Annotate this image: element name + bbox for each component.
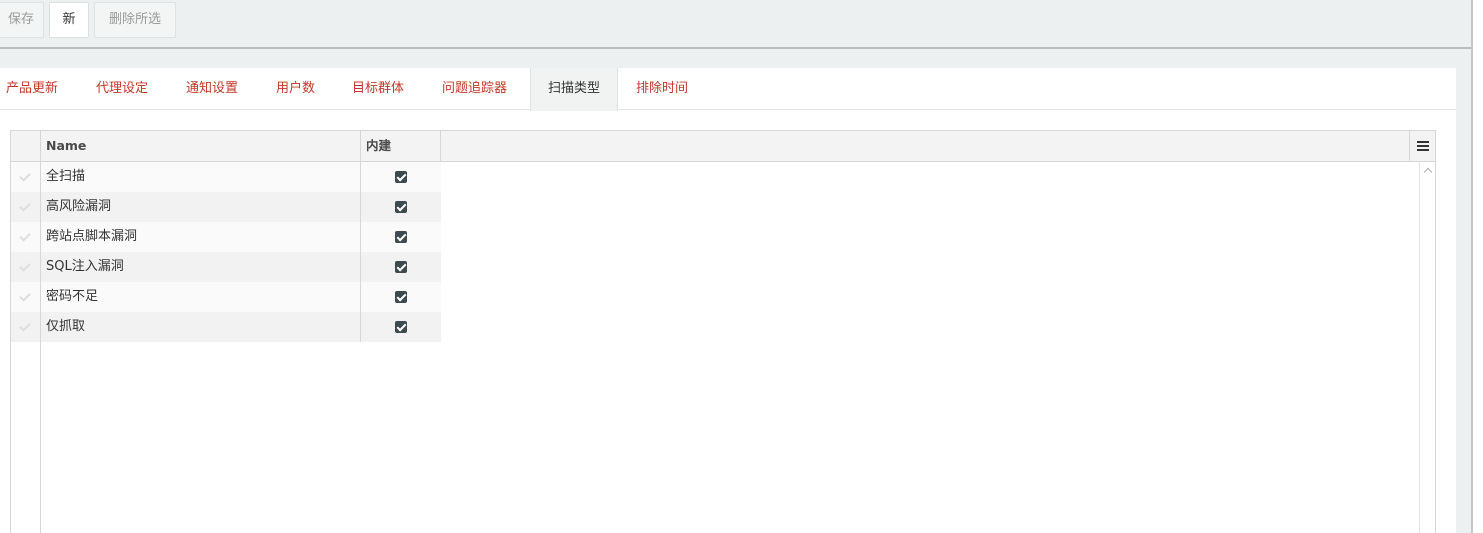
check-icon bbox=[19, 290, 31, 302]
page-right-gutter bbox=[1456, 49, 1471, 533]
builtin-checkbox bbox=[395, 231, 407, 243]
tab-user-count[interactable]: 用户数 bbox=[276, 68, 315, 110]
row-select-cell[interactable] bbox=[11, 162, 41, 192]
builtin-checkbox bbox=[395, 321, 407, 333]
select-column-divider bbox=[40, 342, 41, 533]
table-row[interactable]: 高风险漏洞 bbox=[11, 192, 441, 222]
check-icon bbox=[19, 170, 31, 182]
select-all-header[interactable] bbox=[11, 131, 41, 161]
toolbar: 保存 新 删除所选 bbox=[0, 0, 1471, 49]
row-builtin-cell bbox=[361, 192, 441, 222]
builtin-checkbox bbox=[395, 171, 407, 183]
tab-issue-trackers[interactable]: 问题追踪器 bbox=[442, 68, 507, 110]
table-row[interactable]: 跨站点脚本漏洞 bbox=[11, 222, 441, 252]
row-builtin-cell bbox=[361, 252, 441, 282]
row-builtin-cell bbox=[361, 312, 441, 342]
row-name: 全扫描 bbox=[41, 162, 361, 192]
column-header-builtin[interactable]: 内建 bbox=[361, 131, 441, 161]
tab-scan-types[interactable]: 扫描类型 bbox=[530, 68, 618, 111]
row-select-cell[interactable] bbox=[11, 252, 41, 282]
builtin-checkbox bbox=[395, 291, 407, 303]
delete-selected-button[interactable]: 删除所选 bbox=[94, 2, 176, 38]
tab-target-groups[interactable]: 目标群体 bbox=[352, 68, 404, 110]
toolbar-spacer bbox=[0, 49, 1456, 68]
window-edge bbox=[1473, 0, 1483, 533]
scan-types-grid: Name 内建 全扫描 高风险漏洞 跨站点脚本漏洞 SQL注入漏洞 密码不足 仅… bbox=[10, 130, 1436, 533]
tab-excluded-hours[interactable]: 排除时间 bbox=[636, 68, 688, 110]
row-name: 仅抓取 bbox=[41, 312, 361, 342]
row-select-cell[interactable] bbox=[11, 282, 41, 312]
grid-header: Name 内建 bbox=[11, 131, 1435, 162]
row-select-cell[interactable] bbox=[11, 222, 41, 252]
row-name: 密码不足 bbox=[41, 282, 361, 312]
table-row[interactable]: SQL注入漏洞 bbox=[11, 252, 441, 282]
new-button[interactable]: 新 bbox=[49, 2, 89, 38]
row-name: SQL注入漏洞 bbox=[41, 252, 361, 282]
column-header-name[interactable]: Name bbox=[41, 131, 361, 161]
tab-notification-settings[interactable]: 通知设置 bbox=[186, 68, 238, 110]
table-row[interactable]: 全扫描 bbox=[11, 162, 441, 192]
row-select-cell[interactable] bbox=[11, 192, 41, 222]
check-icon bbox=[19, 200, 31, 212]
row-builtin-cell bbox=[361, 222, 441, 252]
row-select-cell[interactable] bbox=[11, 312, 41, 342]
table-row[interactable]: 仅抓取 bbox=[11, 312, 441, 342]
chevron-up-icon[interactable] bbox=[1423, 167, 1433, 177]
builtin-checkbox bbox=[395, 261, 407, 273]
grid-menu-button[interactable] bbox=[1409, 131, 1435, 161]
tab-product-updates[interactable]: 产品更新 bbox=[6, 68, 58, 110]
table-row[interactable]: 密码不足 bbox=[11, 282, 441, 312]
row-name: 高风险漏洞 bbox=[41, 192, 361, 222]
check-icon bbox=[19, 320, 31, 332]
row-builtin-cell bbox=[361, 162, 441, 192]
tab-bar: 产品更新 代理设定 通知设置 用户数 目标群体 问题追踪器 扫描类型 排除时间 bbox=[0, 68, 1456, 111]
check-icon bbox=[19, 260, 31, 272]
builtin-checkbox bbox=[395, 201, 407, 213]
app-window: 保存 新 删除所选 产品更新 代理设定 通知设置 用户数 目标群体 问题追踪器 … bbox=[0, 0, 1483, 533]
grid-vertical-scrollbar[interactable] bbox=[1419, 162, 1435, 533]
save-button[interactable]: 保存 bbox=[0, 2, 44, 38]
row-builtin-cell bbox=[361, 282, 441, 312]
tab-proxy-settings[interactable]: 代理设定 bbox=[96, 68, 148, 110]
check-icon bbox=[19, 230, 31, 242]
row-name: 跨站点脚本漏洞 bbox=[41, 222, 361, 252]
